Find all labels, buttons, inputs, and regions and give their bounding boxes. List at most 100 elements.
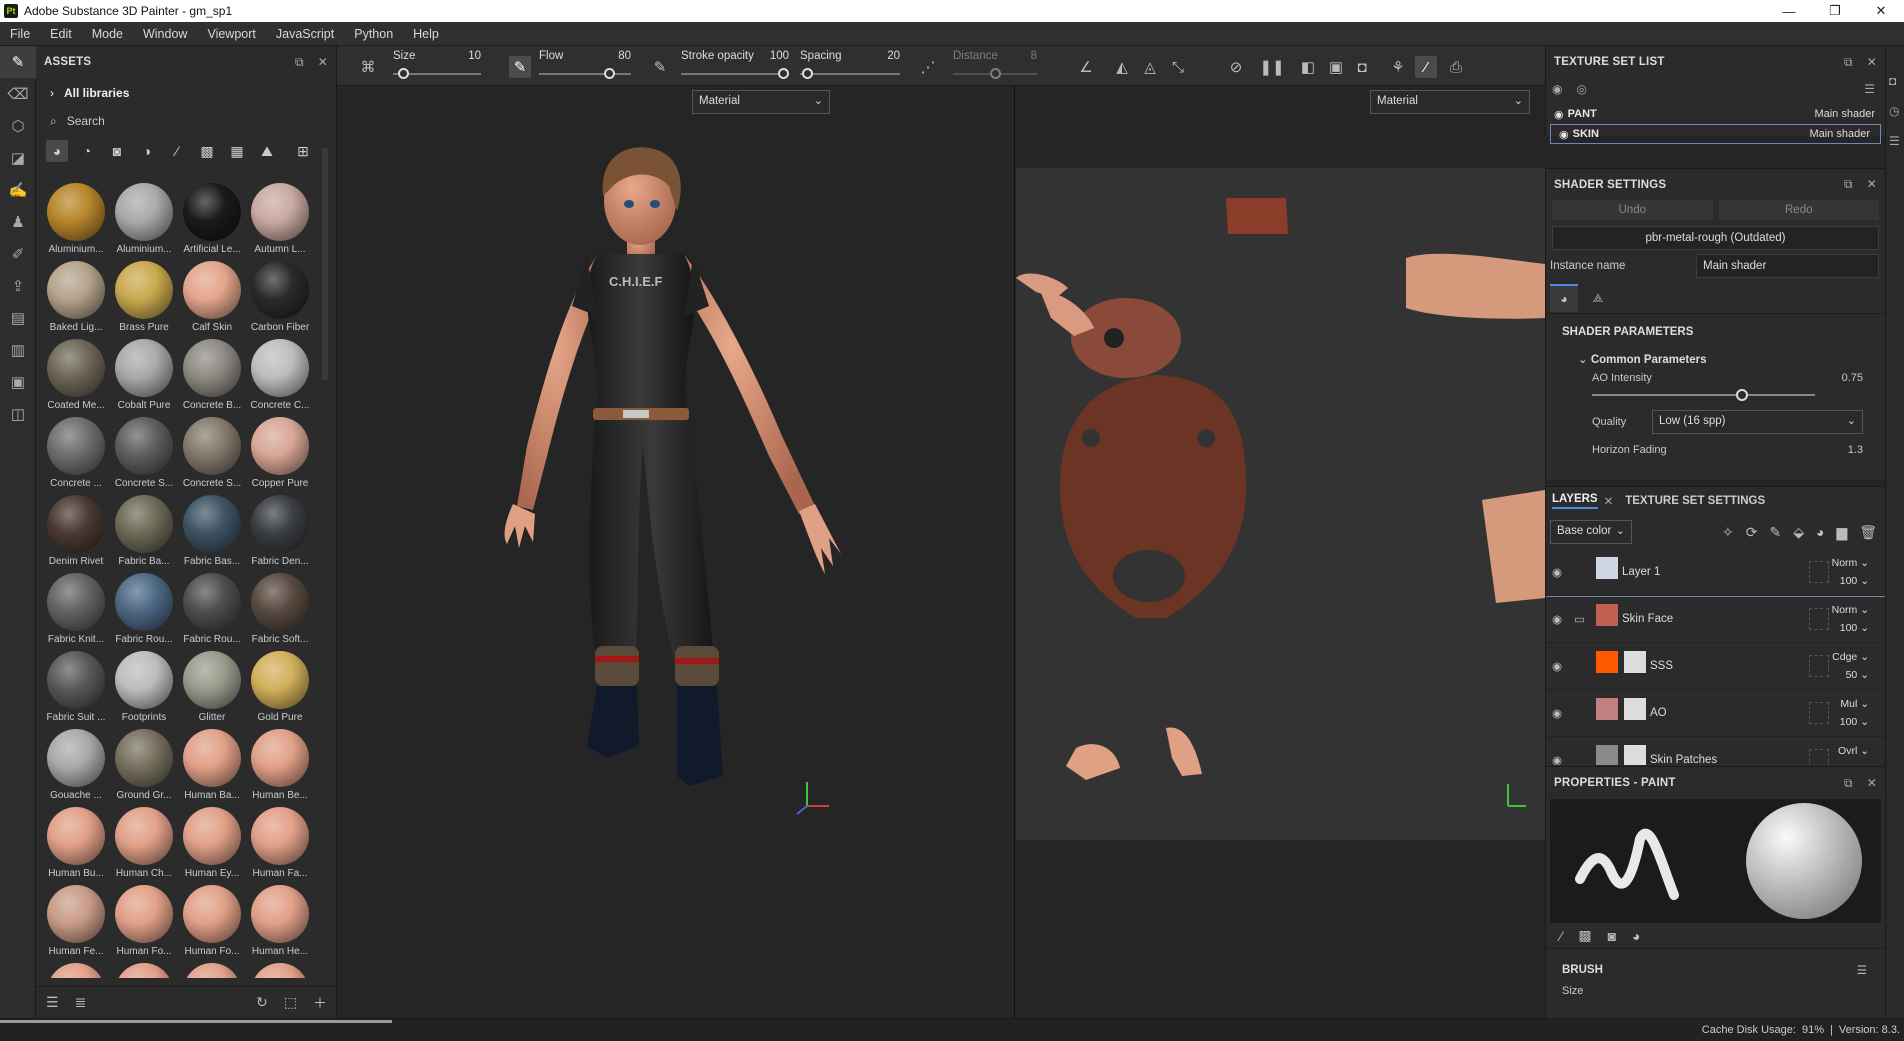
material-item[interactable] — [42, 958, 110, 978]
minimize-button[interactable]: — — [1766, 0, 1812, 22]
material-item[interactable]: Ground Gr... — [110, 724, 178, 802]
material-item[interactable]: Human Be... — [246, 724, 314, 802]
viewport-2d[interactable]: Material ⌄ — [1016, 86, 1545, 1018]
refresh-icon[interactable]: ↻ — [256, 994, 268, 1011]
import-icon[interactable]: ⬚ — [284, 994, 297, 1011]
blend-mode[interactable]: Ovrl ⌄ — [1838, 745, 1869, 757]
filter-particles-icon[interactable]: ▩ — [196, 140, 218, 162]
pause-icon[interactable]: ❚❚ — [1259, 56, 1284, 78]
material-item[interactable]: Denim Rivet — [42, 490, 110, 568]
distance-slider[interactable]: Distance 8 — [953, 46, 1037, 86]
viewport-2d-mode-select[interactable]: Material ⌄ — [1370, 90, 1530, 114]
blend-mode[interactable]: Norm ⌄ — [1832, 557, 1869, 569]
blend-mode[interactable]: Cdge ⌄ — [1832, 651, 1869, 663]
menu-help[interactable]: Help — [403, 27, 449, 41]
eye-icon[interactable]: ◉ — [1559, 128, 1569, 141]
add-paint-layer-icon[interactable]: ✎ — [1769, 524, 1781, 541]
close-panel-icon[interactable]: ✕ — [1867, 177, 1877, 192]
uv-icon[interactable]: ▥ — [0, 334, 36, 366]
material-item[interactable]: Fabric Soft... — [246, 568, 314, 646]
material-item[interactable]: Fabric Ba... — [110, 490, 178, 568]
list-view-icon[interactable]: ☰ — [46, 994, 59, 1011]
layer-row[interactable]: ◉ Layer 1 Norm ⌄ 100 ⌄ — [1546, 549, 1885, 597]
transform-icon[interactable]: ⤡ — [1167, 56, 1189, 78]
tab-texture-set-settings[interactable]: TEXTURE SET SETTINGS — [1625, 495, 1765, 507]
filter-brushes-icon[interactable]: ⁄ — [166, 140, 188, 162]
filter-textures-icon[interactable]: ▦ — [226, 140, 248, 162]
material-item[interactable] — [178, 958, 246, 978]
material-item[interactable]: Fabric Knit... — [42, 568, 110, 646]
layer-row[interactable]: ◉ AO Mul ⌄ 100 ⌄ — [1546, 690, 1885, 737]
layer-row[interactable]: ◉ SSS Cdge ⌄ 50 ⌄ — [1546, 643, 1885, 690]
cube-view-icon[interactable]: ▣ — [1325, 56, 1347, 78]
angle-icon[interactable]: ∠ — [1075, 56, 1097, 78]
screenshot-icon[interactable]: ⎙ — [1445, 56, 1467, 78]
redo-button[interactable]: Redo — [1718, 200, 1879, 220]
shader-features-tab-icon[interactable]: ⟁ — [1584, 284, 1612, 312]
channel-select[interactable]: Base color ⌄ — [1550, 520, 1632, 544]
layer-opacity[interactable]: 50 ⌄ — [1832, 669, 1869, 681]
material-item[interactable]: Concrete B... — [178, 334, 246, 412]
tab-layers[interactable]: LAYERS — [1552, 493, 1598, 509]
stroke-pen-icon[interactable]: ✎ — [649, 56, 671, 78]
detail-view-icon[interactable]: ≣ — [75, 994, 87, 1011]
clone-stamp-icon[interactable]: ♟ — [0, 206, 36, 238]
material-item[interactable]: Footprints — [110, 646, 178, 724]
paint-brush-icon[interactable]: ✎ — [0, 46, 36, 78]
material-item[interactable]: Concrete ... — [42, 412, 110, 490]
float-panel-icon[interactable]: ⧉ — [1844, 776, 1853, 791]
alpha-tab-icon[interactable]: ◙ — [1608, 928, 1616, 944]
blend-mode[interactable]: Norm ⌄ — [1832, 604, 1869, 616]
material-item[interactable]: Fabric Rou... — [110, 568, 178, 646]
material-item[interactable]: Fabric Den... — [246, 490, 314, 568]
material-item[interactable]: Baked Lig... — [42, 256, 110, 334]
menu-window[interactable]: Window — [133, 27, 197, 41]
lazy-mouse-icon[interactable]: ⋰ — [917, 56, 939, 78]
menu-file[interactable]: File — [0, 27, 40, 41]
menu-edit[interactable]: Edit — [40, 27, 82, 41]
add-fill-layer-icon[interactable]: ⬙ — [1793, 524, 1804, 541]
flow-slider[interactable]: Flow 80 — [539, 46, 631, 86]
filter-grid-view-icon[interactable]: ⊞ — [292, 140, 314, 162]
material-item[interactable]: Copper Pure — [246, 412, 314, 490]
material-item[interactable]: Concrete S... — [178, 412, 246, 490]
material-tab-icon[interactable]: ◕ — [1632, 928, 1640, 944]
brush-preset-icon[interactable]: ⌘ — [357, 56, 379, 78]
eye-icon[interactable]: ◉ — [1552, 753, 1562, 765]
visibility-alt-icon[interactable]: ◎ — [1576, 82, 1586, 96]
material-item[interactable]: Aluminium... — [42, 178, 110, 256]
material-item[interactable]: Fabric Bas... — [178, 490, 246, 568]
material-item[interactable]: Artificial Le... — [178, 178, 246, 256]
material-item[interactable]: Human Ba... — [178, 724, 246, 802]
spacing-slider[interactable]: Spacing 20 — [800, 46, 900, 86]
bake-icon[interactable]: ⇪ — [0, 270, 36, 302]
viewport-3d[interactable]: Material ⌄ C.H.I.E.F — [337, 86, 1015, 1018]
add-smart-material-icon[interactable]: ◕ — [1816, 524, 1824, 541]
filter-smart-masks-icon[interactable]: ◑ — [136, 140, 158, 162]
filter-environments-icon[interactable]: ⛰ — [256, 140, 278, 162]
quality-select[interactable]: Low (16 spp) ⌄ — [1652, 410, 1863, 434]
material-item[interactable]: Human Ey... — [178, 802, 246, 880]
material-item[interactable]: Human He... — [246, 880, 314, 958]
instance-name-input[interactable]: Main shader — [1696, 254, 1879, 278]
material-item[interactable]: Carbon Fiber — [246, 256, 314, 334]
material-item[interactable]: Glitter — [178, 646, 246, 724]
material-item[interactable] — [110, 958, 178, 978]
shader-parameters-tab-icon[interactable]: ◕ — [1550, 284, 1578, 312]
symmetry-alt-icon[interactable]: ◬ — [1139, 56, 1161, 78]
close-tab-icon[interactable]: ✕ — [1604, 494, 1614, 508]
shader-select[interactable]: pbr-metal-rough (Outdated) — [1552, 226, 1879, 250]
material-item[interactable]: Concrete S... — [110, 412, 178, 490]
uv-canvas[interactable] — [1016, 168, 1545, 840]
flow-pen-icon[interactable]: ✎ — [509, 56, 531, 78]
add-effect-icon[interactable]: ✧ — [1722, 524, 1734, 541]
material-item[interactable]: Human Fo... — [110, 880, 178, 958]
menu-mode[interactable]: Mode — [82, 27, 133, 41]
material-item[interactable]: Aluminium... — [110, 178, 178, 256]
ao-intensity-slider[interactable]: AO Intensity 0.75 — [1592, 370, 1863, 404]
horizon-fading-row[interactable]: Horizon Fading 1.3 — [1592, 444, 1863, 464]
material-item[interactable]: Brass Pure — [110, 256, 178, 334]
material-item[interactable]: Fabric Rou... — [178, 568, 246, 646]
material-item[interactable]: Coated Me... — [42, 334, 110, 412]
maximize-button[interactable]: ❐ — [1812, 0, 1858, 22]
